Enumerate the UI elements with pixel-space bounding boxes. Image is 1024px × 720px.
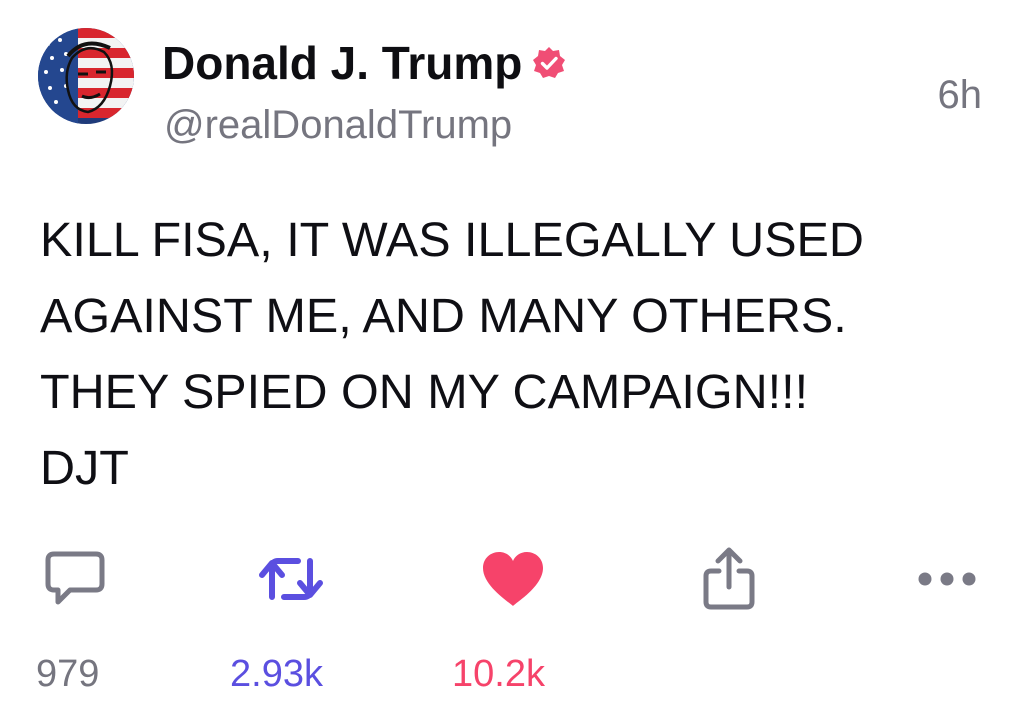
flag-portrait-avatar xyxy=(38,28,134,124)
author-name-text[interactable]: Donald J. Trump xyxy=(162,34,522,92)
repost-count: 2.93k xyxy=(230,653,323,695)
post-timestamp[interactable]: 6h xyxy=(938,70,983,120)
like-button[interactable] xyxy=(478,544,548,614)
avatar[interactable] xyxy=(38,28,134,124)
more-dots-icon xyxy=(918,572,976,586)
reply-count: 979 xyxy=(36,653,100,695)
post-body-text: KILL FISA, IT WAS ILLEGALLY USED AGAINST… xyxy=(40,213,864,495)
share-icon xyxy=(703,547,755,610)
share-button[interactable] xyxy=(694,544,764,614)
repost-icon xyxy=(259,558,323,600)
reply-bubble-icon xyxy=(45,551,105,605)
author-handle[interactable]: @realDonaldTrump xyxy=(164,100,512,150)
like-count: 10.2k xyxy=(452,653,545,695)
reply-button[interactable] xyxy=(40,544,110,614)
author-display-name[interactable]: Donald J. Trump xyxy=(162,34,566,92)
repost-button[interactable] xyxy=(256,544,326,614)
heart-icon xyxy=(483,552,543,606)
verified-badge-icon xyxy=(533,47,566,78)
more-options-button[interactable] xyxy=(912,544,982,614)
